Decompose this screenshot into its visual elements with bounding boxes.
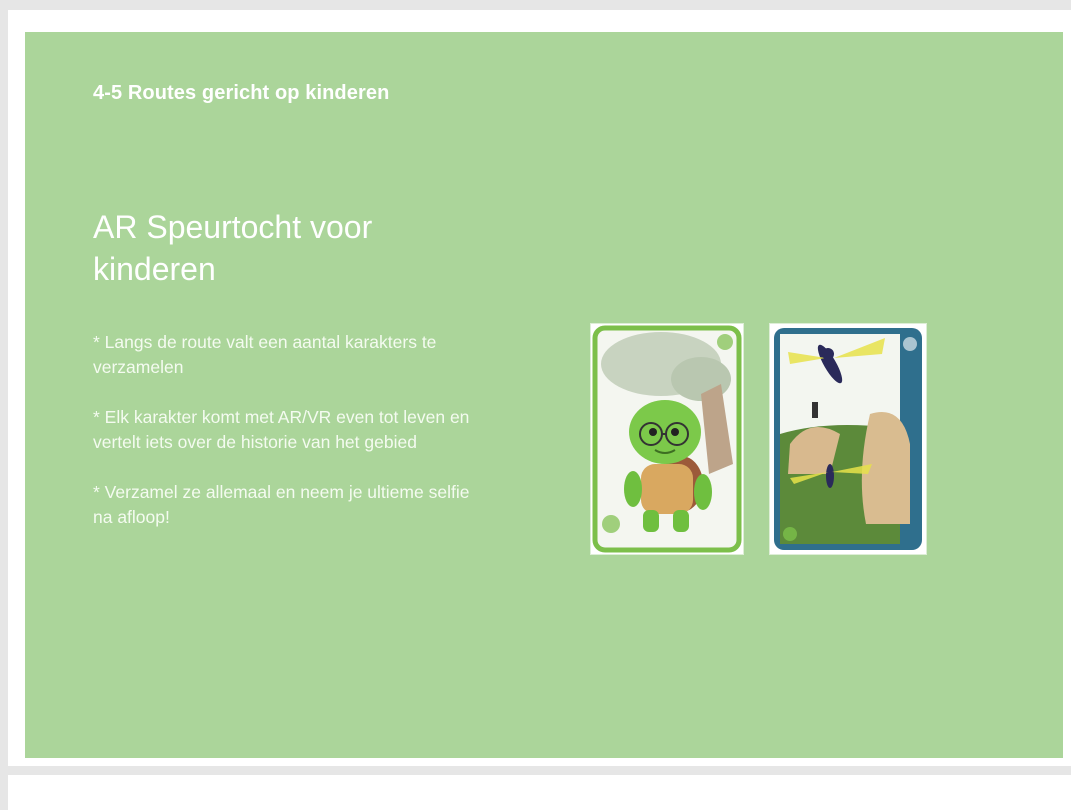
turtle-character-card bbox=[591, 324, 743, 554]
dragonfly-card-image bbox=[774, 328, 922, 550]
bullet-item: * Verzamel ze allemaal en neem je ultiem… bbox=[93, 482, 470, 527]
turtle-card-image bbox=[592, 325, 742, 553]
slide-frame: 4-5 Routes gericht op kinderen AR Speurt… bbox=[8, 10, 1071, 766]
bullet-item: * Elk karakter komt met AR/VR even tot l… bbox=[93, 407, 470, 452]
bullet-item: * Langs de route valt een aantal karakte… bbox=[93, 332, 437, 377]
bullet-list: * Langs de route valt een aantal karakte… bbox=[93, 330, 473, 555]
dragonfly-character-card bbox=[770, 324, 926, 554]
main-title: AR Speurtocht voor kinderen bbox=[93, 209, 373, 287]
next-slide-preview bbox=[8, 775, 1071, 810]
section-title: 4-5 Routes gericht op kinderen bbox=[93, 82, 390, 104]
slide[interactable]: 4-5 Routes gericht op kinderen AR Speurt… bbox=[25, 32, 1063, 758]
